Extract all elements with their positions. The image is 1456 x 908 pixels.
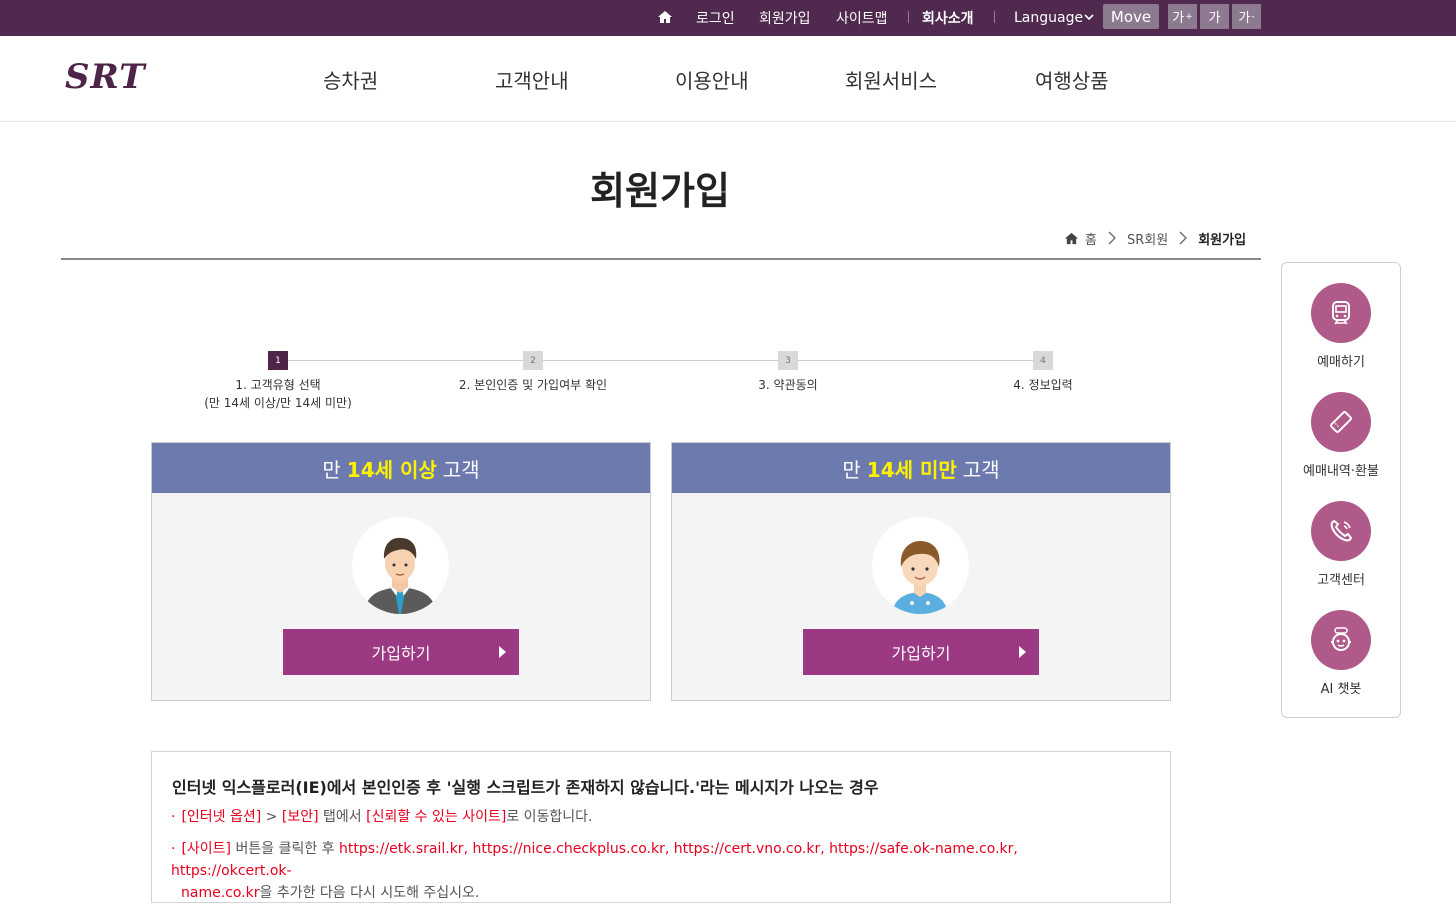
chatbot-icon xyxy=(1311,610,1371,670)
page-title: 회원가입 xyxy=(590,169,730,213)
font-size-normal-button[interactable]: 가 xyxy=(1200,4,1229,29)
step-2-number: 2 xyxy=(523,351,543,370)
notice-1-mid: 탭에서 xyxy=(318,809,367,825)
notice-2-line2: name.co.kr을 추가한 다음 다시 시도해 주십시오. xyxy=(171,882,1131,904)
move-button[interactable]: Move xyxy=(1103,4,1159,29)
step-3-label: 3. 약관동의 xyxy=(758,378,818,392)
notice-1-trusted-sites: [신뢰할 수 있는 사이트] xyxy=(366,809,507,825)
divider xyxy=(908,11,909,23)
nav-item-ticket[interactable]: 승차권 xyxy=(323,36,378,122)
quick-reserve-label: 예매하기 xyxy=(1317,355,1365,370)
nav-item-member-service[interactable]: 회원서비스 xyxy=(845,36,937,122)
notice-1-end: 로 이동합니다. xyxy=(506,809,593,825)
child-avatar-icon xyxy=(872,517,969,614)
notice-2-mid: 버튼을 클릭한 후 xyxy=(231,841,339,857)
notice-2-end: 을 추가한 다음 다시 시도해 주십시오. xyxy=(259,885,480,901)
bullet-dot: · xyxy=(171,841,176,857)
font-normal-label: 가 xyxy=(1208,11,1221,26)
child-card-post: 고객 xyxy=(962,457,1000,482)
chevron-right-icon xyxy=(1179,231,1188,245)
phone-icon xyxy=(1311,501,1371,561)
chevron-down-icon[interactable] xyxy=(1084,12,1094,22)
quick-reserve[interactable]: 예매하기 xyxy=(1282,283,1400,370)
join-link[interactable]: 회원가입 xyxy=(759,0,811,36)
quick-menu: 예매하기 예매내역·환불 고객센터 AI 챗봇 xyxy=(1281,262,1401,718)
step-2-label: 2. 본인인증 및 가입여부 확인 xyxy=(458,378,608,392)
steps-progress-line xyxy=(278,360,1043,361)
company-link[interactable]: 회사소개 xyxy=(922,0,974,36)
train-icon xyxy=(1311,283,1371,343)
caret-right-icon xyxy=(499,646,506,658)
title-divider xyxy=(61,258,1261,260)
notice-1-security: [보안] xyxy=(281,809,319,825)
quick-ai-chatbot[interactable]: AI 챗봇 xyxy=(1282,610,1400,697)
breadcrumb-current: 회원가입 xyxy=(1198,232,1247,248)
quick-customer-center[interactable]: 고객센터 xyxy=(1282,501,1400,588)
notice-2-urls-cont: name.co.kr xyxy=(181,885,260,901)
breadcrumb: 홈 SR회원 회원가입 xyxy=(1064,228,1246,248)
adult-card-post: 고객 xyxy=(442,457,480,482)
child-member-card: 만 14세 미만 고객 가입하기 xyxy=(671,442,1171,701)
font-down-sup: - xyxy=(1251,11,1255,22)
notice-item-2: · [사이트] 버튼을 클릭한 후 https://etk.srail.kr, h… xyxy=(171,838,1131,904)
language-select[interactable]: Language xyxy=(1014,0,1083,36)
login-link[interactable]: 로그인 xyxy=(696,0,735,36)
home-icon[interactable] xyxy=(1064,231,1079,246)
nav-item-usage-guide[interactable]: 이용안내 xyxy=(675,36,749,122)
step-1-number: 1 xyxy=(268,351,288,370)
step-1-title: 1. 고객유형 선택 xyxy=(235,378,321,392)
adult-join-label: 가입하기 xyxy=(371,644,431,663)
sitemap-link[interactable]: 사이트맵 xyxy=(836,0,888,36)
child-join-label: 가입하기 xyxy=(891,644,951,663)
notice-item-1: · [인터넷 옵션] > [보안] 탭에서 [신뢰할 수 있는 사이트]로 이동합… xyxy=(171,806,593,828)
notice-2-sites: [사이트] xyxy=(181,841,232,857)
child-join-button[interactable]: 가입하기 xyxy=(803,629,1039,675)
caret-right-icon xyxy=(1019,646,1026,658)
main-navigation: SRT 승차권 고객안내 이용안내 회원서비스 여행상품 xyxy=(0,36,1456,122)
quick-ai-chatbot-label: AI 챗봇 xyxy=(1320,682,1362,697)
notice-title: 인터넷 익스플로러(IE)에서 본인인증 후 '실행 스크립트가 존재하지 않습… xyxy=(172,778,879,797)
adult-card-pre: 만 xyxy=(322,457,341,482)
bullet-dot: · xyxy=(171,809,176,825)
srt-logo[interactable]: SRT xyxy=(63,58,175,94)
font-up-label: 가 xyxy=(1172,11,1185,26)
step-3-number: 3 xyxy=(778,351,798,370)
nav-item-travel-products[interactable]: 여행상품 xyxy=(1035,36,1109,122)
home-icon[interactable] xyxy=(657,9,673,25)
quick-history-refund[interactable]: 예매내역·환불 xyxy=(1282,392,1400,479)
step-1-label: 1. 고객유형 선택 (만 14세 이상/만 14세 미만) xyxy=(158,376,398,412)
nav-item-customer-guide[interactable]: 고객안내 xyxy=(495,36,569,122)
notice-1-internet-options: [인터넷 옵션] xyxy=(181,809,262,825)
adult-avatar-icon xyxy=(352,517,449,614)
adult-card-highlight: 14세 이상 xyxy=(346,457,437,482)
step-4-label: 4. 정보입력 xyxy=(1013,378,1073,392)
top-utility-bar: 로그인 회원가입 사이트맵 회사소개 Language Move 가 + 가 가- xyxy=(0,0,1456,36)
step-4-number: 4 xyxy=(1033,351,1053,370)
font-down-label: 가 xyxy=(1238,11,1251,26)
divider xyxy=(994,11,995,23)
quick-history-refund-label: 예매내역·환불 xyxy=(1303,464,1379,479)
breadcrumb-sr-member[interactable]: SR회원 xyxy=(1127,229,1168,248)
ticket-icon xyxy=(1311,392,1371,452)
adult-card-header: 만 14세 이상 고객 xyxy=(152,443,650,493)
quick-customer-center-label: 고객센터 xyxy=(1317,573,1365,588)
notice-1-sep: > xyxy=(261,809,282,825)
child-card-header: 만 14세 미만 고객 xyxy=(672,443,1170,493)
adult-member-card: 만 14세 이상 고객 가입하기 xyxy=(151,442,651,701)
svg-text:SRT: SRT xyxy=(65,58,147,94)
child-card-highlight: 14세 미만 xyxy=(866,457,957,482)
adult-join-button[interactable]: 가입하기 xyxy=(283,629,519,675)
font-size-increase-button[interactable]: 가 + xyxy=(1168,4,1197,29)
step-1-subtitle: (만 14세 이상/만 14세 미만) xyxy=(204,396,352,410)
font-up-sup: + xyxy=(1185,11,1193,22)
child-card-pre: 만 xyxy=(842,457,861,482)
font-size-decrease-button[interactable]: 가- xyxy=(1232,4,1261,29)
chevron-right-icon xyxy=(1108,231,1116,245)
breadcrumb-home[interactable]: 홈 xyxy=(1085,229,1097,248)
